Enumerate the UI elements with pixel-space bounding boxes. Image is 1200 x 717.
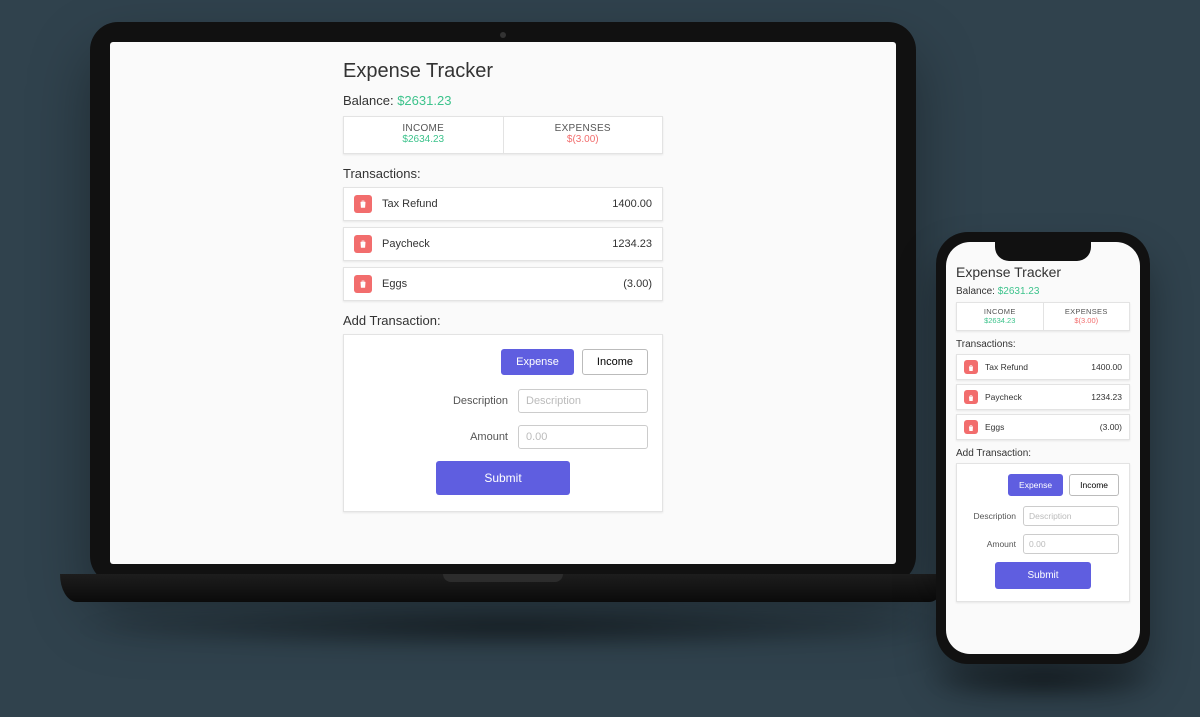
delete-transaction-button[interactable] xyxy=(354,195,372,213)
trash-icon xyxy=(358,237,368,252)
laptop-screen: Expense Tracker Balance: $2631.23 INCOME… xyxy=(110,42,896,564)
transaction-row: Paycheck 1234.23 xyxy=(956,384,1130,410)
summary-card: INCOME $2634.23 EXPENSES $(3.00) xyxy=(956,302,1130,331)
transaction-description: Paycheck xyxy=(382,238,612,250)
transaction-amount: 1400.00 xyxy=(1091,362,1122,372)
description-label: Description xyxy=(973,511,1016,521)
balance-line: Balance: $2631.23 xyxy=(956,286,1130,297)
delete-transaction-button[interactable] xyxy=(964,360,978,374)
type-toggle: Expense Income xyxy=(358,349,648,375)
expenses-summary: EXPENSES $(3.00) xyxy=(1044,303,1130,330)
trash-icon xyxy=(358,277,368,292)
amount-input[interactable] xyxy=(518,425,648,449)
expenses-value: $(3.00) xyxy=(504,134,663,145)
add-transaction-heading: Add Transaction: xyxy=(343,313,663,328)
summary-card: INCOME $2634.23 EXPENSES $(3.00) xyxy=(343,116,663,154)
balance-label: Balance: xyxy=(343,93,397,108)
laptop-frame: Expense Tracker Balance: $2631.23 INCOME… xyxy=(90,22,916,584)
expense-tracker-app-mobile: Expense Tracker Balance: $2631.23 INCOME… xyxy=(956,264,1130,602)
amount-label: Amount xyxy=(987,539,1016,549)
transaction-row: Paycheck 1234.23 xyxy=(343,227,663,261)
phone-notch xyxy=(995,241,1091,261)
income-summary: INCOME $2634.23 xyxy=(344,117,504,153)
delete-transaction-button[interactable] xyxy=(964,390,978,404)
expenses-value: $(3.00) xyxy=(1044,316,1130,325)
trash-icon xyxy=(967,360,975,375)
submit-button[interactable]: Submit xyxy=(436,461,569,495)
description-row: Description xyxy=(358,389,648,413)
laptop-shadow xyxy=(70,602,950,652)
expense-tracker-app-desktop: Expense Tracker Balance: $2631.23 INCOME… xyxy=(343,60,663,512)
transaction-amount: (3.00) xyxy=(1100,422,1122,432)
transaction-row: Eggs (3.00) xyxy=(343,267,663,301)
amount-input[interactable] xyxy=(1023,534,1119,554)
phone-frame: Expense Tracker Balance: $2631.23 INCOME… xyxy=(936,232,1150,664)
transactions-heading: Transactions: xyxy=(956,339,1130,350)
balance-line: Balance: $2631.23 xyxy=(343,93,663,108)
expenses-summary: EXPENSES $(3.00) xyxy=(504,117,663,153)
submit-button[interactable]: Submit xyxy=(995,562,1090,589)
transaction-description: Tax Refund xyxy=(985,362,1091,372)
delete-transaction-button[interactable] xyxy=(354,235,372,253)
phone-screen: Expense Tracker Balance: $2631.23 INCOME… xyxy=(946,242,1140,654)
amount-row: Amount xyxy=(358,425,648,449)
transactions-heading: Transactions: xyxy=(343,166,663,181)
delete-transaction-button[interactable] xyxy=(354,275,372,293)
income-value: $2634.23 xyxy=(957,316,1043,325)
trash-icon xyxy=(967,420,975,435)
income-label: INCOME xyxy=(344,123,503,134)
laptop-base xyxy=(60,574,946,602)
transaction-amount: 1400.00 xyxy=(612,198,652,210)
income-toggle-button[interactable]: Income xyxy=(582,349,648,375)
transaction-row: Tax Refund 1400.00 xyxy=(956,354,1130,380)
type-toggle: Expense Income xyxy=(967,474,1119,496)
expenses-label: EXPENSES xyxy=(1044,307,1130,316)
description-row: Description xyxy=(967,506,1119,526)
transaction-amount: 1234.23 xyxy=(1091,392,1122,402)
income-value: $2634.23 xyxy=(344,134,503,145)
page-title: Expense Tracker xyxy=(343,60,663,83)
transaction-row: Tax Refund 1400.00 xyxy=(343,187,663,221)
transaction-amount: (3.00) xyxy=(623,278,652,290)
trash-icon xyxy=(358,197,368,212)
delete-transaction-button[interactable] xyxy=(964,420,978,434)
trash-icon xyxy=(967,390,975,405)
balance-label: Balance: xyxy=(956,286,998,297)
transaction-amount: 1234.23 xyxy=(612,238,652,250)
amount-label: Amount xyxy=(470,431,508,443)
laptop-camera xyxy=(500,32,506,38)
transaction-description: Tax Refund xyxy=(382,198,612,210)
phone-shadow xyxy=(926,658,1160,702)
income-label: INCOME xyxy=(957,307,1043,316)
description-input[interactable] xyxy=(1023,506,1119,526)
expenses-label: EXPENSES xyxy=(504,123,663,134)
expense-toggle-button[interactable]: Expense xyxy=(1008,474,1063,496)
add-transaction-heading: Add Transaction: xyxy=(956,448,1130,459)
income-toggle-button[interactable]: Income xyxy=(1069,474,1119,496)
expense-toggle-button[interactable]: Expense xyxy=(501,349,574,375)
page-title: Expense Tracker xyxy=(956,264,1130,280)
description-label: Description xyxy=(453,395,508,407)
transaction-description: Paycheck xyxy=(985,392,1091,402)
transaction-row: Eggs (3.00) xyxy=(956,414,1130,440)
add-transaction-card: Expense Income Description Amount Submit xyxy=(956,463,1130,602)
add-transaction-card: Expense Income Description Amount Submit xyxy=(343,334,663,512)
description-input[interactable] xyxy=(518,389,648,413)
balance-value: $2631.23 xyxy=(397,93,451,108)
transaction-description: Eggs xyxy=(985,422,1100,432)
income-summary: INCOME $2634.23 xyxy=(957,303,1044,330)
balance-value: $2631.23 xyxy=(998,286,1040,297)
transaction-description: Eggs xyxy=(382,278,623,290)
amount-row: Amount xyxy=(967,534,1119,554)
